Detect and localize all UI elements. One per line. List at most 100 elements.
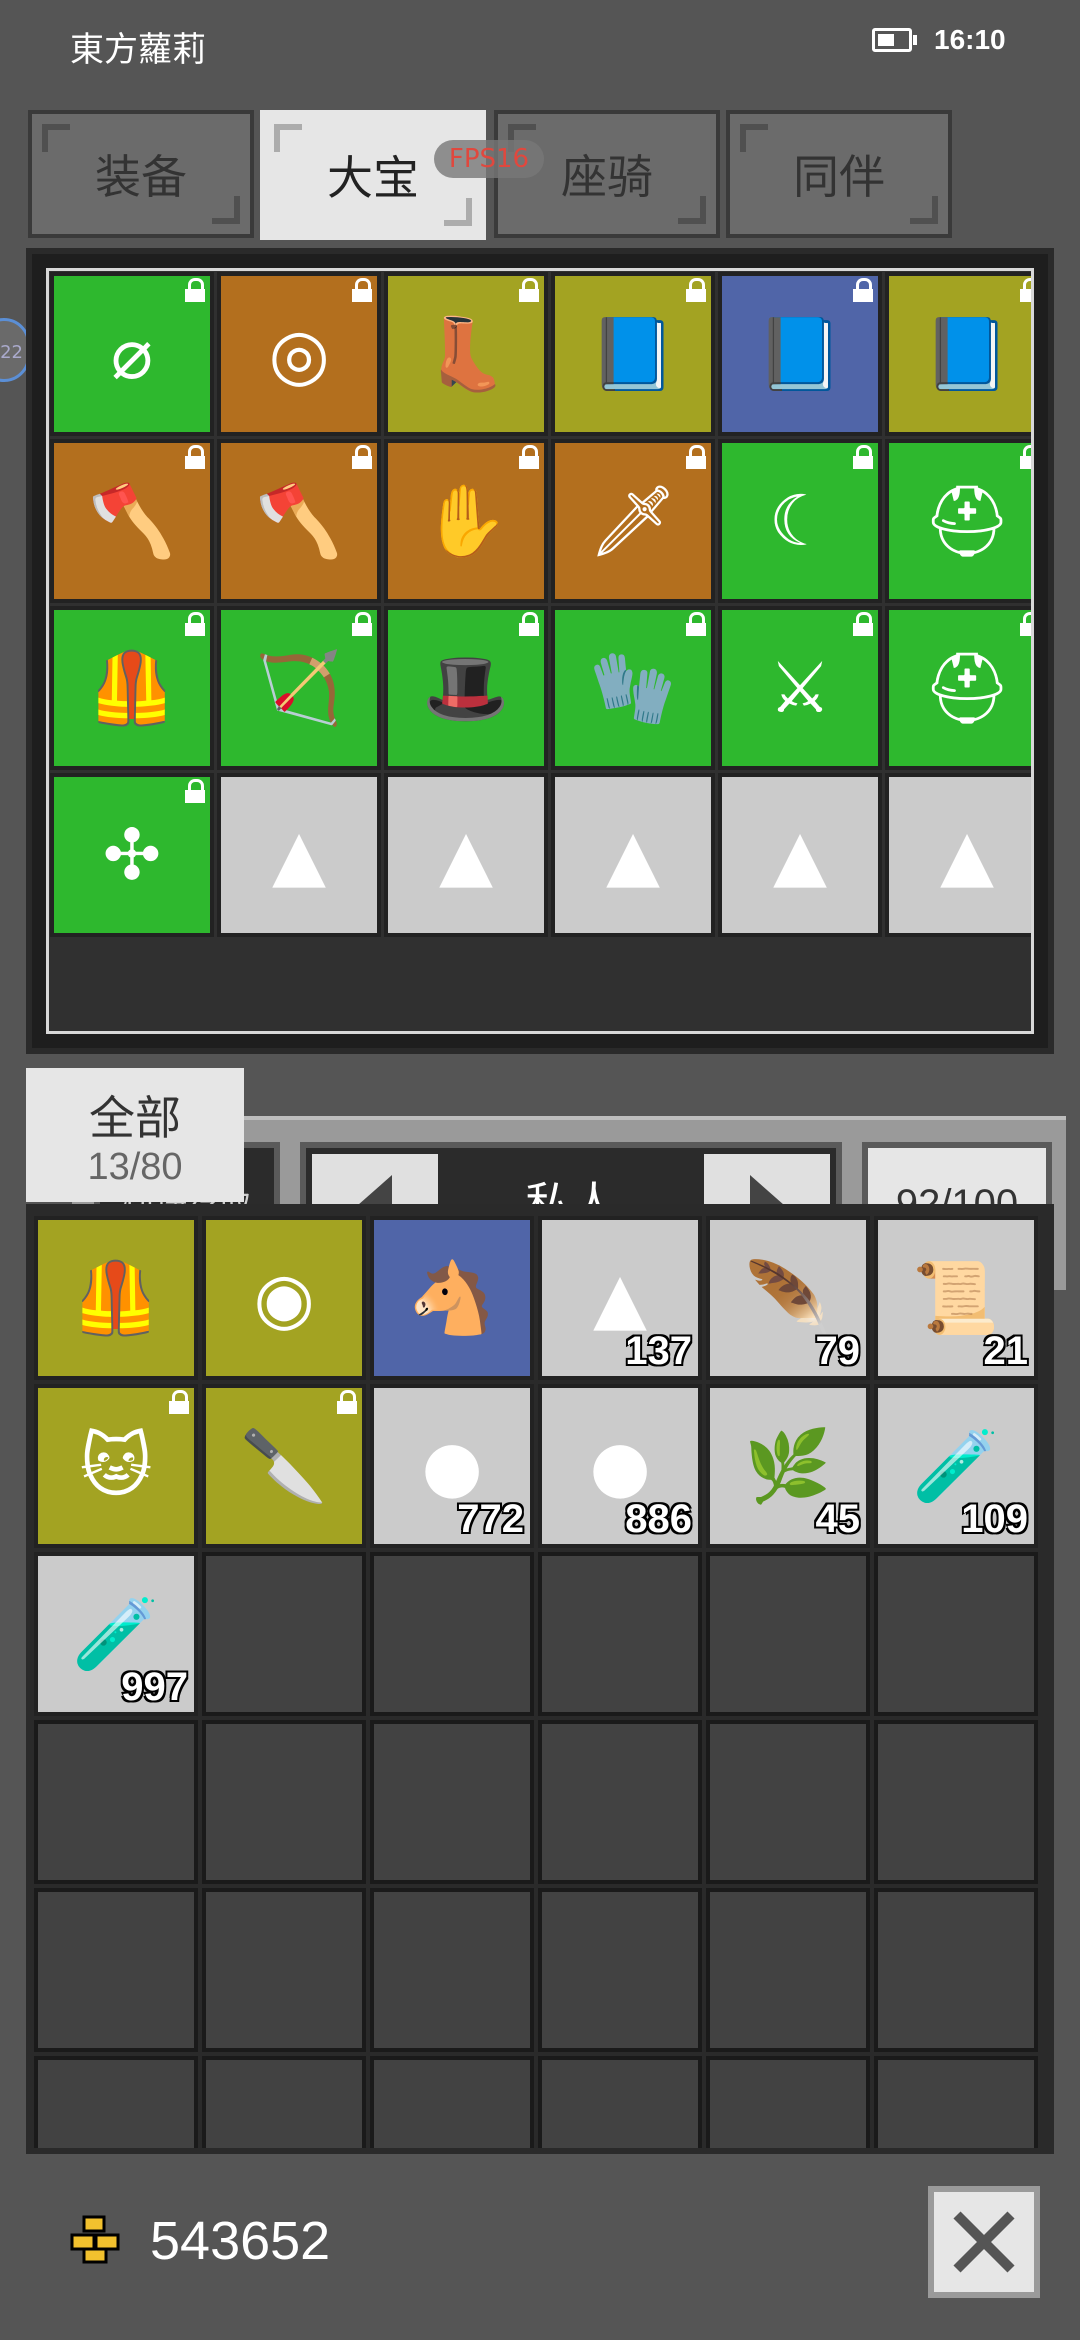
item-slot[interactable]: 🧪 109	[874, 1384, 1038, 1548]
item-slot[interactable]: ⛑	[885, 439, 1031, 603]
item-quantity: 79	[815, 1329, 861, 1373]
lock-icon	[518, 445, 540, 469]
item-slot[interactable]: 🐴	[370, 1216, 534, 1380]
empty-slot[interactable]	[34, 1888, 198, 2052]
gold-pile-icon: ▲	[439, 814, 493, 896]
empty-slot[interactable]	[538, 1720, 702, 1884]
scythe-icon: ☾	[768, 480, 832, 562]
empty-slot[interactable]	[202, 1552, 366, 1716]
tab-label: 大宝	[327, 151, 419, 205]
item-slot[interactable]: ▲	[718, 773, 882, 937]
item-slot[interactable]: ▲ 137	[538, 1216, 702, 1380]
lock-icon	[685, 612, 707, 636]
empty-slot[interactable]	[202, 1720, 366, 1884]
item-slot[interactable]: ▲	[885, 773, 1031, 937]
tab-1[interactable]: 装备	[28, 110, 254, 238]
item-slot[interactable]: ● 886	[538, 1384, 702, 1548]
item-slot[interactable]: 🪶 79	[706, 1216, 870, 1380]
dagger-icon: 🗡	[588, 479, 678, 562]
tab-label: 座骑	[561, 150, 653, 204]
empty-slot[interactable]	[538, 1552, 702, 1716]
empty-slot[interactable]	[202, 1888, 366, 2052]
item-slot[interactable]: ☾	[718, 439, 882, 603]
item-slot[interactable]: 🧤	[551, 606, 715, 770]
filter-tab-all[interactable]: 全部 13/80	[26, 1068, 244, 1202]
empty-slot[interactable]	[370, 1720, 534, 1884]
item-slot[interactable]: 📘	[551, 272, 715, 436]
item-slot[interactable]: ✋	[384, 439, 548, 603]
leather-armor-icon: 🦺	[72, 1256, 160, 1339]
empty-slot[interactable]	[874, 1552, 1038, 1716]
item-slot[interactable]: 📘	[718, 272, 882, 436]
empty-slot[interactable]	[538, 1888, 702, 2052]
item-slot[interactable]: 🎩	[384, 606, 548, 770]
gold-pile-icon: ▲	[940, 814, 994, 896]
item-slot[interactable]: ⌀	[50, 272, 214, 436]
lock-icon	[518, 278, 540, 302]
item-quantity: 137	[625, 1329, 692, 1373]
lock-icon	[1019, 612, 1031, 636]
lock-icon	[852, 445, 874, 469]
item-slot[interactable]: ▲	[384, 773, 548, 937]
item-slot[interactable]: 🦺	[34, 1216, 198, 1380]
item-slot[interactable]: ⚔	[718, 606, 882, 770]
empty-slot[interactable]	[370, 1552, 534, 1716]
item-slot[interactable]: 📜 21	[874, 1216, 1038, 1380]
spellbook-icon: 📘	[756, 312, 844, 395]
knife-icon: 🔪	[240, 1424, 328, 1507]
battery-icon	[872, 28, 917, 52]
item-slot[interactable]: 🪓	[50, 439, 214, 603]
armor-icon: 🦺	[88, 646, 176, 729]
item-slot[interactable]: 🦺	[50, 606, 214, 770]
lock-icon	[184, 779, 206, 803]
item-slot[interactable]: 🧪 997	[34, 1552, 198, 1716]
empty-slot[interactable]	[34, 2056, 198, 2148]
item-slot[interactable]: 🐱	[34, 1384, 198, 1548]
empty-slot[interactable]	[706, 2056, 870, 2148]
close-button[interactable]	[928, 2186, 1040, 2298]
gold-icon	[70, 2215, 120, 2264]
helmet-icon: ⛑	[922, 646, 1012, 729]
lock-icon	[852, 612, 874, 636]
item-slot[interactable]: 📘	[885, 272, 1031, 436]
item-slot[interactable]: 🗡	[551, 439, 715, 603]
empty-slot[interactable]	[34, 1720, 198, 1884]
item-slot[interactable]: 🌿 45	[706, 1384, 870, 1548]
item-slot[interactable]: ● 772	[370, 1384, 534, 1548]
boots-icon: 👢	[422, 312, 510, 395]
item-slot[interactable]: ⛑	[885, 606, 1031, 770]
empty-slot[interactable]	[202, 2056, 366, 2148]
item-slot[interactable]: ✣	[50, 773, 214, 937]
empty-slot[interactable]	[370, 1888, 534, 2052]
spellbook-icon: 📘	[923, 312, 1011, 395]
item-slot[interactable]: ◎	[217, 272, 381, 436]
item-slot[interactable]: 🪓	[217, 439, 381, 603]
item-quantity: 109	[961, 1497, 1028, 1541]
item-slot[interactable]: 🔪	[202, 1384, 366, 1548]
axe-icon: 🪓	[255, 479, 343, 562]
portrait-card-icon: 🐴	[408, 1256, 496, 1339]
empty-slot[interactable]	[874, 1888, 1038, 2052]
gauntlet-icon: ✋	[422, 479, 510, 562]
clock: 16:10	[934, 24, 1006, 55]
empty-slot[interactable]	[706, 1720, 870, 1884]
tab-4[interactable]: 同伴	[726, 110, 952, 238]
item-slot[interactable]: ◉	[202, 1216, 366, 1380]
filter-label: 全部	[89, 1091, 181, 1145]
empty-slot[interactable]	[874, 2056, 1038, 2148]
empty-slot[interactable]	[874, 1720, 1038, 1884]
lock-icon	[1019, 278, 1031, 302]
item-slot[interactable]: 🏹	[217, 606, 381, 770]
sword-icon: ⚔	[768, 647, 832, 729]
empty-slot[interactable]	[706, 1888, 870, 2052]
empty-slot[interactable]	[370, 2056, 534, 2148]
item-quantity: 21	[983, 1329, 1029, 1373]
item-slot[interactable]: ▲	[551, 773, 715, 937]
empty-slot[interactable]	[538, 2056, 702, 2148]
tab-label: 同伴	[793, 150, 885, 204]
bracelet-icon: ⌀	[110, 313, 154, 395]
empty-slot[interactable]	[706, 1552, 870, 1716]
item-slot[interactable]: 👢	[384, 272, 548, 436]
lock-icon	[518, 612, 540, 636]
item-slot[interactable]: ▲	[217, 773, 381, 937]
